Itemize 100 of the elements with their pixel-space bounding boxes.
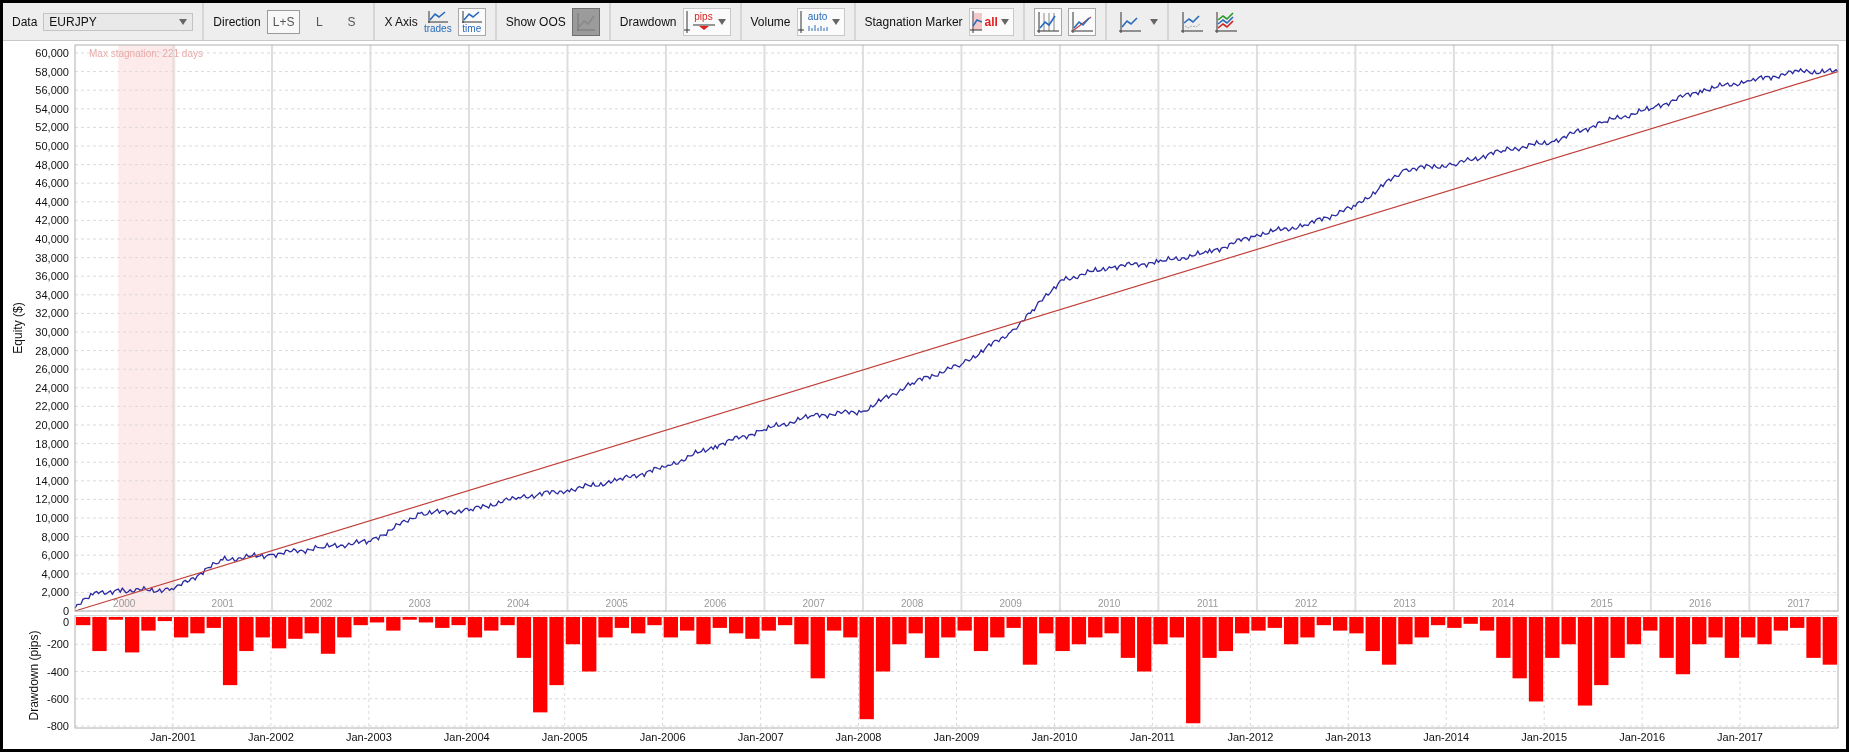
- tick-label: Jan-2014: [1423, 731, 1470, 743]
- tick-label: 2006: [704, 598, 727, 609]
- caret-icon: [179, 18, 188, 25]
- tick-label: 0: [62, 616, 69, 628]
- drawdown-bar: [1251, 617, 1266, 631]
- symbol-dropdown[interactable]: EURJPY: [43, 12, 194, 31]
- tick-label: Jan-2003: [345, 731, 392, 743]
- caret-icon: [1000, 18, 1009, 25]
- data-label: Data: [12, 14, 38, 29]
- caret-icon: [717, 18, 726, 25]
- show-oos-toggle[interactable]: [571, 7, 600, 36]
- tick-label: 56,000: [35, 84, 69, 97]
- tick-label: Jan-2009: [933, 731, 980, 743]
- shaded-chart-icon: [969, 9, 982, 34]
- tick-label: 50,000: [35, 140, 69, 152]
- tick-label: 2010: [1098, 598, 1121, 609]
- chart-style-button[interactable]: [1033, 7, 1062, 36]
- tick-label: 52,000: [35, 121, 69, 134]
- direction-toggle[interactable]: S: [338, 9, 365, 34]
- axis-icon: [797, 9, 804, 34]
- line-chart-grid-icon: [1035, 9, 1060, 34]
- x-axis-toggle[interactable]: trades: [423, 7, 452, 36]
- tick-label: 40,000: [35, 233, 69, 245]
- tick-label: 34,000: [35, 288, 69, 301]
- tick-label: Jan-2010: [1031, 731, 1078, 743]
- tick-label: 30,000: [35, 326, 69, 338]
- drawdown-bars-icon: [692, 21, 715, 32]
- tick-label: 36,000: [35, 270, 69, 283]
- tick-label: Jan-2017: [1717, 731, 1763, 743]
- tick-label: Jan-2002: [247, 731, 294, 743]
- direction-label: Direction: [213, 14, 261, 29]
- line-chart-scatter-icon: [1179, 9, 1204, 34]
- stagnation-marker-label: Stagnation Marker: [864, 14, 963, 29]
- tick-label: 58,000: [35, 65, 69, 78]
- axis-title: Drawdown (pips): [27, 630, 41, 721]
- tick-label: 2017: [1787, 598, 1810, 609]
- tick-label: 24,000: [35, 381, 69, 394]
- tick-label: 28,000: [35, 344, 69, 357]
- tick-label: 2016: [1689, 598, 1712, 609]
- tick-label: 2014: [1492, 598, 1515, 609]
- x-axis-label: X Axis: [384, 14, 418, 29]
- axis-icon: [683, 9, 690, 34]
- tick-label: Jan-2011: [1129, 731, 1175, 743]
- tick-label: 18,000: [35, 437, 69, 450]
- tick-label: 6,000: [41, 549, 69, 562]
- tick-label: 2002: [310, 598, 333, 609]
- line-chart-icon: [426, 9, 449, 24]
- tick-label: 10,000: [35, 512, 69, 524]
- tick-label: Jan-2001: [150, 731, 196, 743]
- tick-label: 0: [62, 605, 69, 615]
- tick-label: 54,000: [35, 102, 69, 115]
- stagnation-marker-dropdown[interactable]: all: [968, 7, 1014, 36]
- volume-dropdown[interactable]: auto: [796, 7, 845, 36]
- direction-toggle[interactable]: L: [306, 9, 333, 34]
- caret-icon: [1149, 18, 1158, 25]
- tick-label: 2011: [1196, 598, 1219, 609]
- stagnation-label: Max stagnation: 221 days: [89, 48, 203, 59]
- tick-label: Jan-2015: [1521, 731, 1568, 743]
- tick-label: Jan-2007: [737, 731, 784, 743]
- tick-label: 20,000: [35, 419, 69, 431]
- tick-label: 4,000: [41, 567, 69, 580]
- tick-label: Jan-2013: [1325, 731, 1372, 743]
- tick-label: 2007: [802, 598, 825, 609]
- chart-style-button[interactable]: [1067, 7, 1096, 36]
- tick-label: 16,000: [35, 456, 69, 469]
- tick-label: 26,000: [35, 363, 69, 376]
- tick-label: -600: [46, 692, 69, 705]
- tick-label: Jan-2016: [1619, 731, 1666, 743]
- tick-label: 2015: [1590, 598, 1613, 609]
- tick-label: Jan-2005: [541, 731, 588, 743]
- tick-label: Jan-2006: [639, 731, 686, 743]
- tick-label: 2004: [507, 598, 530, 609]
- tick-label: -400: [46, 665, 69, 678]
- tick-label: 2013: [1393, 598, 1416, 609]
- tick-label: 2005: [605, 598, 628, 609]
- tick-label: Jan-2004: [443, 731, 490, 743]
- tick-label: 8,000: [41, 530, 69, 543]
- drawdown-bar: [1088, 617, 1103, 638]
- tick-label: -800: [46, 720, 69, 732]
- tick-label: Jan-2008: [835, 731, 882, 743]
- line-chart-icon: [574, 10, 597, 33]
- tick-label: 2000: [113, 598, 136, 609]
- x-axis-toggle[interactable]: time: [457, 7, 486, 36]
- drawdown-label: Drawdown: [619, 14, 677, 29]
- tick-label: -200: [46, 638, 69, 651]
- tick-label: 2008: [901, 598, 924, 609]
- tick-label: 32,000: [35, 307, 69, 320]
- tick-label: 42,000: [35, 214, 69, 227]
- tick-label: 2009: [999, 598, 1022, 609]
- drawdown-dropdown[interactable]: pips: [682, 7, 731, 36]
- caret-icon: [831, 18, 840, 25]
- line-chart-icon: [460, 9, 483, 24]
- line-chart-trend-icon: [1069, 9, 1094, 34]
- tick-label: 12,000: [35, 493, 69, 506]
- direction-toggle[interactable]: L+S: [266, 9, 301, 34]
- tick-label: 2,000: [41, 586, 69, 599]
- tick-label: 44,000: [35, 195, 69, 208]
- tick-label: 2012: [1295, 598, 1318, 609]
- tick-label: 48,000: [35, 158, 69, 171]
- tick-label: 2001: [211, 598, 234, 609]
